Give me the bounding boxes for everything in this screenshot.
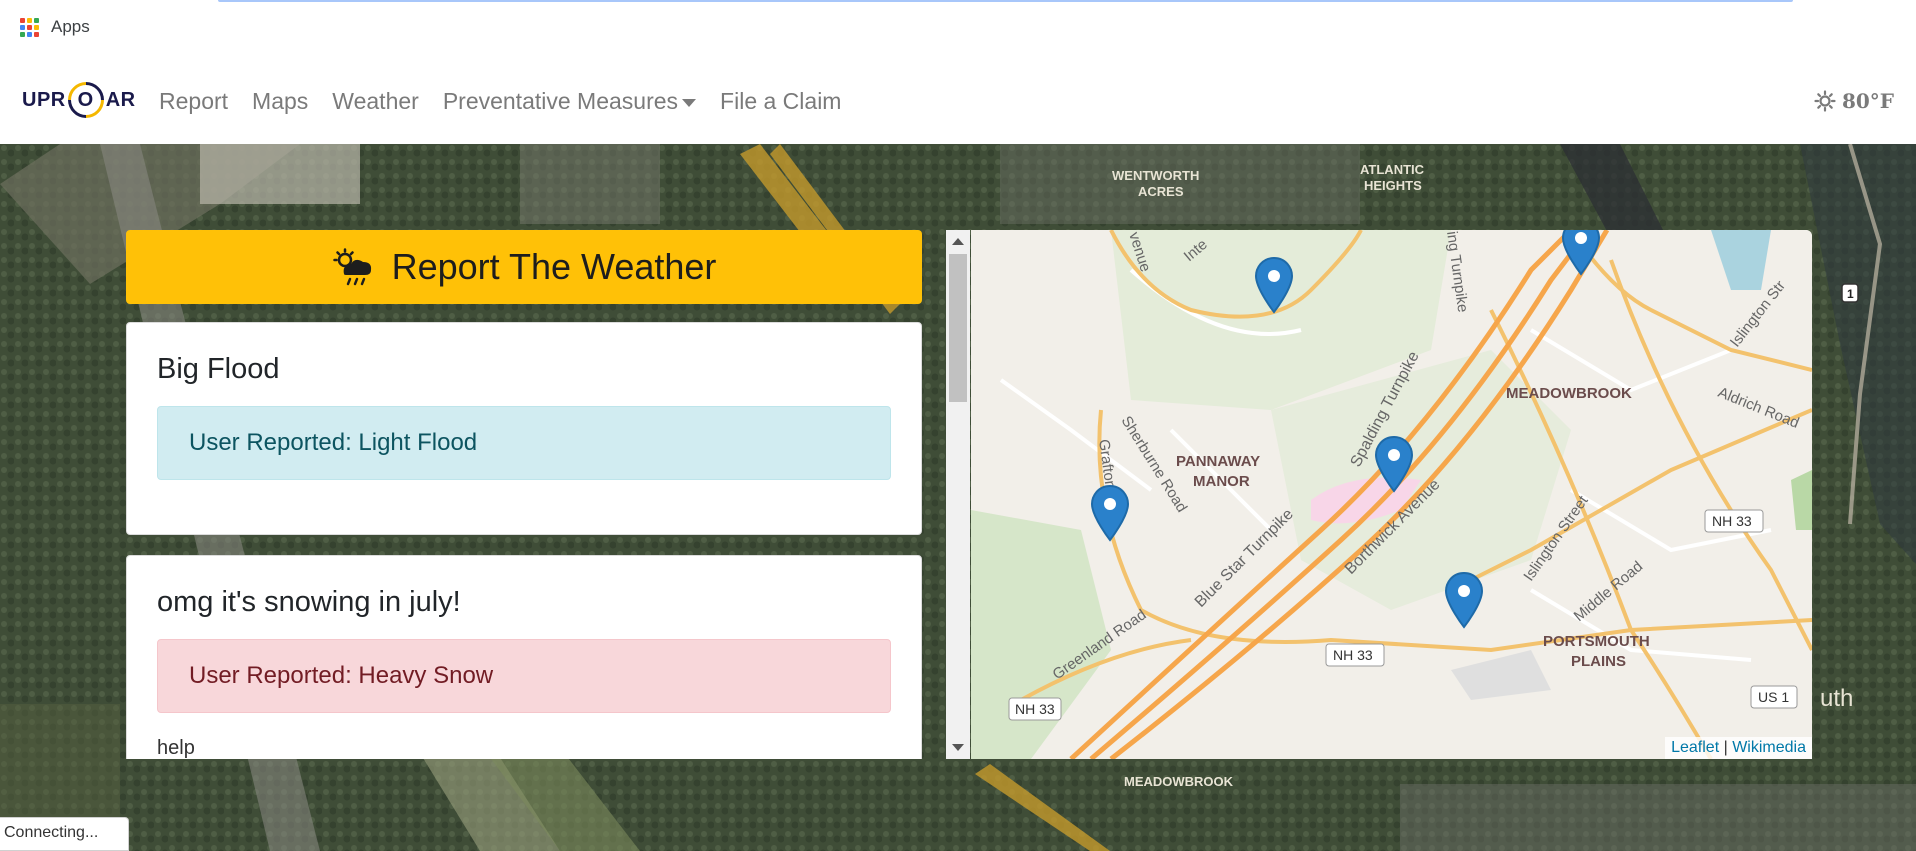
sun-icon [1814, 90, 1836, 112]
report-card: Big Flood User Reported: Light Flood [126, 322, 922, 535]
nav-preventative-measures-dropdown[interactable]: Preventative Measures [442, 88, 697, 115]
map-marker-icon[interactable] [1561, 230, 1601, 278]
nav-weather[interactable]: Weather [332, 88, 419, 115]
map-label-pannaway-2: MANOR [1193, 473, 1250, 490]
logo-text-left: UPR [22, 88, 66, 111]
us1-label: US 1 [1758, 689, 1789, 705]
report-card: omg it's snowing in july! User Reported:… [126, 555, 922, 759]
report-alert: User Reported: Heavy Snow [157, 639, 891, 713]
report-weather-label: Report The Weather [391, 246, 717, 287]
navbar: UPR O AR Report Maps Weather Preventativ… [0, 52, 1916, 144]
reports-map[interactable]: MEADOWBROOK PANNAWAY MANOR PORTSMOUTH PL… [971, 230, 1812, 759]
nh33-center-label: NH 33 [1333, 647, 1373, 663]
bookmarks-bar: Apps [0, 0, 1916, 52]
route-shield-nh33-right: NH 33 [1704, 509, 1764, 533]
route-shield-us1: US 1 [1750, 685, 1798, 709]
report-card-title: Big Flood [157, 353, 280, 385]
report-feed[interactable]: Big Flood User Reported: Light Flood omg… [126, 322, 922, 759]
caret-down-icon [682, 98, 697, 107]
omnibox-edge [218, 0, 1793, 2]
nh33-right-label: NH 33 [1712, 513, 1752, 529]
nav-file-a-claim[interactable]: File a Claim [720, 88, 841, 115]
sat-label-atlantic-2: HEIGHTS [1364, 178, 1422, 193]
nh33-left-label: NH 33 [1015, 701, 1055, 717]
temperature-widget: 80°F [1814, 89, 1894, 113]
map-label-portsmouth-1: PORTSMOUTH [1543, 633, 1650, 650]
scroll-down-arrow-icon[interactable] [952, 744, 964, 751]
attribution-separator: | [1723, 739, 1728, 756]
sat-label-wentworth-2: ACRES [1138, 184, 1184, 199]
apps-label: Apps [51, 17, 90, 36]
feed-scrollbar[interactable] [946, 230, 970, 759]
temperature-value: 80°F [1841, 89, 1894, 113]
nav-links: Report Maps Weather Preventative Measure… [159, 88, 865, 115]
sat-label-wentworth-1: WENTWORTH [1112, 168, 1199, 183]
map-marker-icon[interactable] [1254, 256, 1294, 316]
nav-maps[interactable]: Maps [252, 88, 308, 115]
report-weather-button[interactable]: Report The Weather [126, 230, 922, 304]
sat-route-number: 1 [1847, 287, 1854, 301]
wikimedia-link[interactable]: Wikimedia [1732, 739, 1806, 756]
route-shield-nh33-left: NH 33 [1008, 697, 1062, 721]
apps-grid-icon [20, 17, 39, 37]
sat-label-south: uth [1820, 685, 1853, 712]
uproar-logo[interactable]: UPR O AR [22, 74, 136, 126]
nav-report[interactable]: Report [159, 88, 228, 115]
map-marker-icon[interactable] [1090, 484, 1130, 544]
sat-label-meadowbrook-bottom: MEADOWBROOK [1124, 774, 1234, 789]
logo-ring-icon: O [60, 74, 112, 126]
report-alert: User Reported: Light Flood [157, 406, 891, 480]
route-shield-nh33-center: NH 33 [1325, 643, 1385, 667]
leaflet-link[interactable]: Leaflet [1671, 739, 1719, 756]
map-label-pannaway-1: PANNAWAY [1176, 453, 1260, 470]
map-attribution: Leaflet | Wikimedia [1665, 737, 1812, 759]
scroll-up-arrow-icon[interactable] [952, 238, 964, 245]
logo-o-letter: O [77, 88, 94, 111]
scroll-thumb[interactable] [949, 254, 967, 402]
browser-status-bar: Connecting... [0, 817, 129, 851]
nav-preventative-measures-label: Preventative Measures [442, 88, 679, 114]
report-card-title: omg it's snowing in july! [157, 586, 461, 618]
apps-shortcut[interactable]: Apps [20, 17, 90, 37]
sat-label-atlantic-1: ATLANTIC [1360, 162, 1425, 177]
cloud-sun-rain-icon [332, 248, 371, 286]
map-label-meadowbrook: MEADOWBROOK [1506, 385, 1632, 402]
logo-text-right: AR [105, 88, 136, 111]
map-marker-icon[interactable] [1374, 435, 1414, 495]
report-card-body: help [157, 737, 195, 759]
map-label-portsmouth-2: PLAINS [1571, 653, 1626, 670]
map-marker-icon[interactable] [1444, 571, 1484, 631]
